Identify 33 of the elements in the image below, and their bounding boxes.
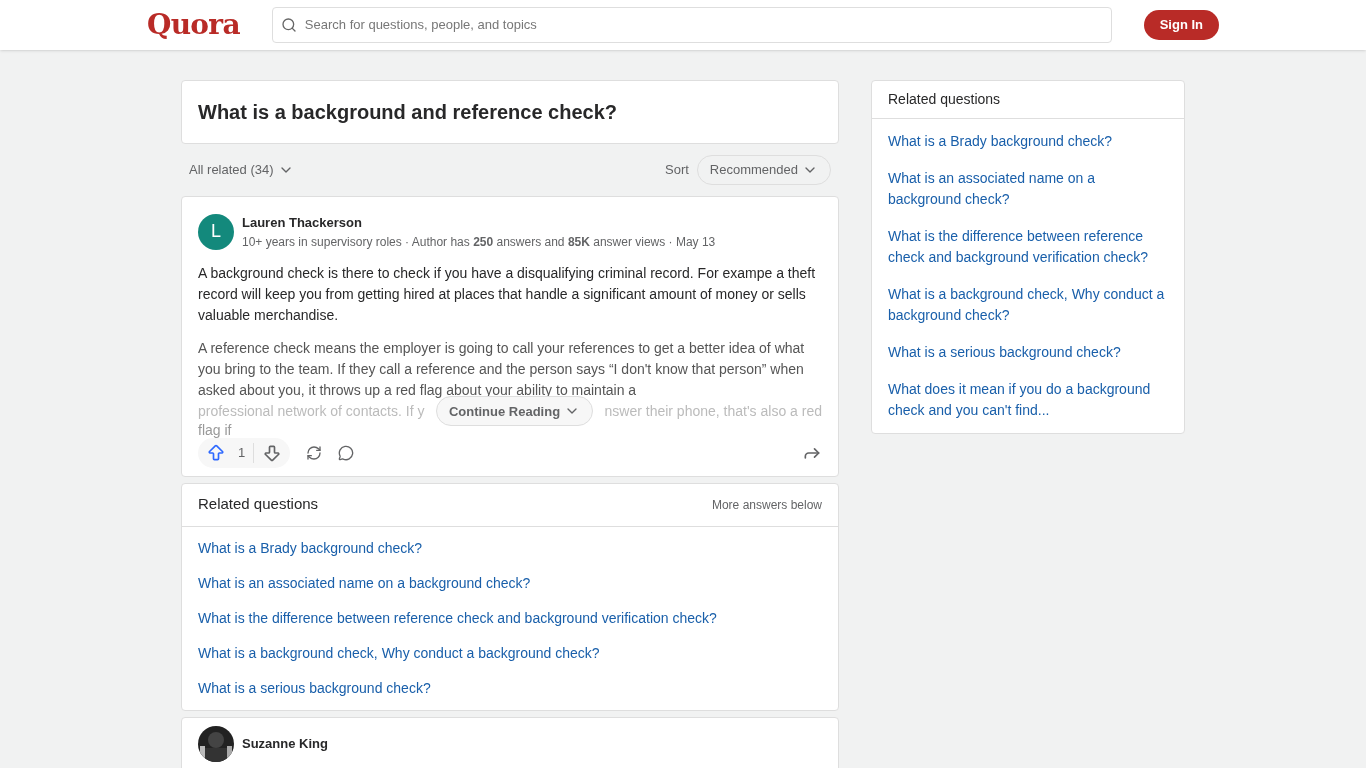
related-question-link[interactable]: What is an associated name on a background check? [888,160,1168,218]
related-question-link[interactable]: What does it mean if you do a background check and you can't find... [888,371,1168,429]
related-question-link[interactable]: What is a serious background check? [888,334,1168,371]
logo[interactable]: Quora [147,4,240,46]
faded-text: nswer their phone, that's also a red [604,401,822,421]
related-question-link[interactable]: What is a background check, Why conduct a background check? [198,635,600,671]
filter-dropdown[interactable]: All related (34) [189,160,294,180]
author-name[interactable]: Lauren Thackerson [242,213,716,233]
author-credentials: 10+ years in supervisory roles · Author has 250 answers and 85K answer views · May 13 [242,233,716,251]
search-icon [280,17,297,33]
more-answers-note: More answers below [711,496,822,514]
related-question-link[interactable]: What is a serious background check? [198,670,431,706]
search-field[interactable]: Search for questions, people, and topics [271,7,1112,43]
search-input[interactable]: Search for questions, people, and topics [304,15,1103,35]
related-title: Related questions [198,494,319,515]
comment-icon[interactable] [338,444,355,461]
upvote-icon [206,442,226,463]
answer-paragraph: A background check is there to check if you have a disqualifying criminal record. For exampe a theft record will keep you from getting hired at places that handle a significant amount of money or sells valuable merchandise. [198,263,817,325]
related-question-link[interactable]: What is the difference between reference check and background verification check? [888,218,1168,276]
avatar[interactable]: L [198,213,234,250]
related-question-link[interactable]: What is a Brady background check? [888,123,1168,160]
related-question-link[interactable]: What is an associated name on a background check? [198,565,531,601]
sort-label: Sort [665,161,689,180]
related-question-link[interactable]: What is a Brady background check? [198,530,423,566]
sidebar-title: Related questions [888,90,1001,109]
faded-text: flag if [198,421,232,438]
upvote-button[interactable]: 1 [206,442,255,463]
faded-text: professional network of contacts. If y [198,401,425,421]
author-name[interactable]: Suzanne King [242,733,328,754]
related-question-link[interactable]: What is the difference between reference check and background verification check? [198,600,717,636]
related-question-link[interactable]: What is a background check, Why conduct a background check? [888,276,1168,334]
sign-in-button[interactable]: Sign In [1143,10,1219,40]
question-title: What is a background and reference check? [198,100,618,125]
